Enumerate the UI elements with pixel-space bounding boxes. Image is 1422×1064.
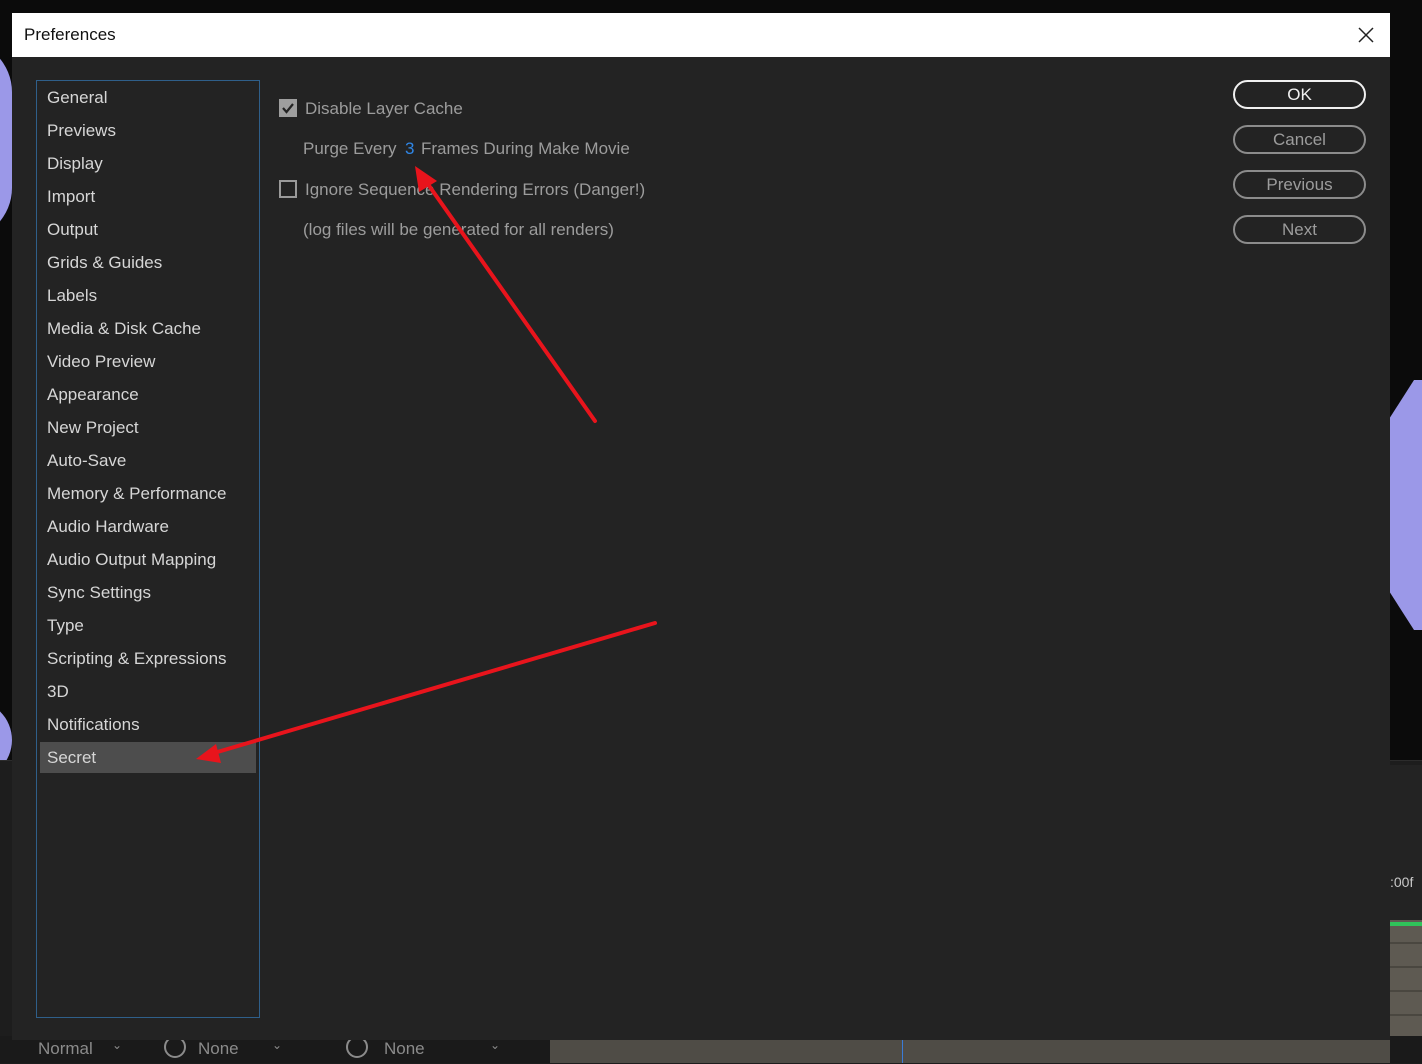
annotation-overlay (196, 166, 657, 763)
annotation-arrow-purge (415, 166, 597, 423)
annotation-arrow-secret (196, 621, 657, 763)
